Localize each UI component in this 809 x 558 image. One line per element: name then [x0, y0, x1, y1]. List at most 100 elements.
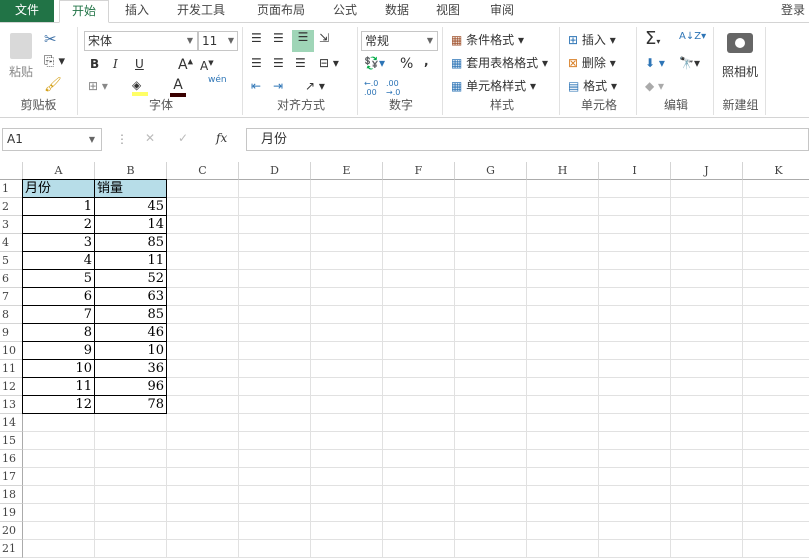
- cell-E1[interactable]: [311, 180, 383, 198]
- cell-G10[interactable]: [455, 342, 527, 360]
- row-header-4[interactable]: 4: [0, 234, 23, 252]
- cell-J1[interactable]: [671, 180, 743, 198]
- paste-button[interactable]: 粘贴: [6, 31, 36, 91]
- cell-J10[interactable]: [671, 342, 743, 360]
- cell-styles-button[interactable]: ▦ 单元格样式 ▾: [451, 77, 536, 94]
- cell-A13[interactable]: 12: [22, 395, 95, 414]
- cell-K15[interactable]: [743, 432, 809, 450]
- cell-E7[interactable]: [311, 288, 383, 306]
- find-select-icon[interactable]: 🔭▾: [679, 56, 700, 70]
- cell-C3[interactable]: [167, 216, 239, 234]
- cell-A17[interactable]: [23, 468, 95, 486]
- cell-B3[interactable]: 14: [94, 215, 167, 234]
- cell-A9[interactable]: 8: [22, 323, 95, 342]
- cell-G20[interactable]: [455, 522, 527, 540]
- row-header-11[interactable]: 11: [0, 360, 23, 378]
- cell-A14[interactable]: [23, 414, 95, 432]
- row-header-21[interactable]: 21: [0, 540, 23, 558]
- cell-H15[interactable]: [527, 432, 599, 450]
- cell-K4[interactable]: [743, 234, 809, 252]
- cell-G13[interactable]: [455, 396, 527, 414]
- cell-K20[interactable]: [743, 522, 809, 540]
- cell-A12[interactable]: 11: [22, 377, 95, 396]
- format-painter-icon[interactable]: 🖌: [44, 77, 62, 93]
- align-center-icon[interactable]: ☰: [273, 56, 284, 70]
- cell-F16[interactable]: [383, 450, 455, 468]
- cell-F11[interactable]: [383, 360, 455, 378]
- cell-A21[interactable]: [23, 540, 95, 558]
- insert-cells-button[interactable]: ⊞ 插入 ▾: [568, 31, 616, 48]
- cell-H19[interactable]: [527, 504, 599, 522]
- cell-E14[interactable]: [311, 414, 383, 432]
- cell-B9[interactable]: 46: [94, 323, 167, 342]
- cell-B15[interactable]: [95, 432, 167, 450]
- cell-G19[interactable]: [455, 504, 527, 522]
- cell-K17[interactable]: [743, 468, 809, 486]
- row-header-8[interactable]: 8: [0, 306, 23, 324]
- cell-E21[interactable]: [311, 540, 383, 558]
- cell-E4[interactable]: [311, 234, 383, 252]
- cell-E3[interactable]: [311, 216, 383, 234]
- borders-icon[interactable]: ⊞ ▾: [88, 79, 108, 93]
- align-top-icon[interactable]: ☰: [251, 31, 262, 45]
- insert-function-icon[interactable]: fx: [216, 131, 227, 145]
- cell-J11[interactable]: [671, 360, 743, 378]
- cell-B17[interactable]: [95, 468, 167, 486]
- cell-B21[interactable]: [95, 540, 167, 558]
- bold-button[interactable]: B: [90, 57, 99, 71]
- cell-C14[interactable]: [167, 414, 239, 432]
- cell-F5[interactable]: [383, 252, 455, 270]
- cell-I11[interactable]: [599, 360, 671, 378]
- autosum-icon[interactable]: Σ▾: [645, 28, 660, 49]
- cell-K5[interactable]: [743, 252, 809, 270]
- cell-I16[interactable]: [599, 450, 671, 468]
- cell-D7[interactable]: [239, 288, 311, 306]
- cell-F6[interactable]: [383, 270, 455, 288]
- cell-E13[interactable]: [311, 396, 383, 414]
- cell-K3[interactable]: [743, 216, 809, 234]
- cell-J13[interactable]: [671, 396, 743, 414]
- cell-F8[interactable]: [383, 306, 455, 324]
- underline-button[interactable]: U: [135, 57, 144, 71]
- cell-C21[interactable]: [167, 540, 239, 558]
- row-header-7[interactable]: 7: [0, 288, 23, 306]
- tab-6[interactable]: 数据: [372, 0, 422, 22]
- cut-icon[interactable]: ✂: [44, 30, 57, 48]
- cell-D20[interactable]: [239, 522, 311, 540]
- cell-G3[interactable]: [455, 216, 527, 234]
- cell-G18[interactable]: [455, 486, 527, 504]
- cell-C9[interactable]: [167, 324, 239, 342]
- tab-0[interactable]: 文件: [0, 0, 54, 22]
- cell-C6[interactable]: [167, 270, 239, 288]
- cell-A8[interactable]: 7: [22, 305, 95, 324]
- cell-D9[interactable]: [239, 324, 311, 342]
- cell-F9[interactable]: [383, 324, 455, 342]
- tab-8[interactable]: 审阅: [474, 0, 530, 22]
- cell-J12[interactable]: [671, 378, 743, 396]
- cell-B5[interactable]: 11: [94, 251, 167, 270]
- cell-C7[interactable]: [167, 288, 239, 306]
- cell-J4[interactable]: [671, 234, 743, 252]
- cell-A6[interactable]: 5: [22, 269, 95, 288]
- row-header-3[interactable]: 3: [0, 216, 23, 234]
- cell-H14[interactable]: [527, 414, 599, 432]
- align-middle-icon[interactable]: ☰: [273, 31, 284, 45]
- cell-E11[interactable]: [311, 360, 383, 378]
- cell-C4[interactable]: [167, 234, 239, 252]
- cell-C1[interactable]: [167, 180, 239, 198]
- cell-D5[interactable]: [239, 252, 311, 270]
- cell-A5[interactable]: 4: [22, 251, 95, 270]
- row-header-12[interactable]: 12: [0, 378, 23, 396]
- cell-G6[interactable]: [455, 270, 527, 288]
- cell-F7[interactable]: [383, 288, 455, 306]
- cell-D19[interactable]: [239, 504, 311, 522]
- cell-H21[interactable]: [527, 540, 599, 558]
- font-color-icon[interactable]: A: [170, 77, 186, 97]
- camera-button[interactable]: 照相机: [718, 33, 762, 80]
- increase-indent-icon[interactable]: ⇥: [273, 79, 283, 93]
- cell-J14[interactable]: [671, 414, 743, 432]
- formula-input[interactable]: 月份: [246, 128, 809, 151]
- cell-K2[interactable]: [743, 198, 809, 216]
- font-name-select[interactable]: 宋体 ▼: [84, 31, 198, 51]
- row-header-15[interactable]: 15: [0, 432, 23, 450]
